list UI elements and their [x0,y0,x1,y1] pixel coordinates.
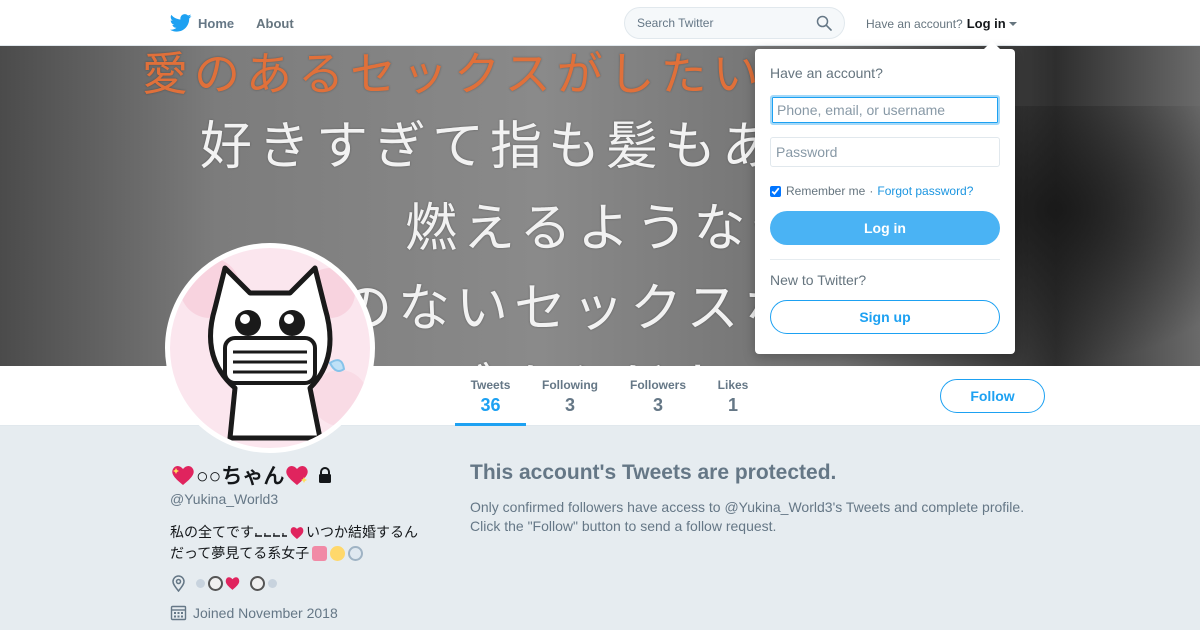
nav-about-link[interactable]: About [256,16,294,31]
bio-text: いつか結婚するん [306,524,418,540]
location-pin-icon [172,575,185,592]
stat-likes[interactable]: Likes 1 [712,366,754,426]
login-toggle[interactable]: Log in [967,16,1006,31]
stat-value: 3 [564,395,575,415]
bio-line: 私の全てです いつか結婚するん [170,522,430,543]
remember-me-checkbox[interactable] [770,185,781,197]
sparkling-heart-icon [172,466,194,485]
snowflake-icon [268,579,277,588]
profile-name: ○○ちゃん [170,460,334,490]
top-nav: Home About Search Twitter Have an accoun… [0,0,1200,46]
stat-value: 36 [480,395,501,415]
password-field[interactable] [770,137,1000,167]
dropdown-caret [983,41,1001,50]
profile-handle[interactable]: @Yukina_World3 [170,491,278,507]
stat-value: 3 [652,395,663,415]
new-to-twitter-label: New to Twitter? [770,272,867,288]
stat-value: 1 [727,395,738,415]
avatar-cat-illustration [180,258,368,441]
bio-line: だって夢見てる系女子 [170,543,430,564]
bio-text: だって夢見てる系女子 [170,545,310,561]
joined-text: Joined November 2018 [193,604,338,621]
nav-left: Home About [170,0,316,46]
remember-me-label[interactable]: Remember me [786,184,865,198]
stat-label: Likes [717,378,749,392]
search-input[interactable]: Search Twitter [624,7,845,39]
banner-text-line: 燃えるようなセ [405,199,810,259]
profile-joined-date: Joined November 2018 [170,604,338,621]
nav-home-label: Home [198,15,235,31]
ring-icon [348,546,364,561]
nav-home-link[interactable]: Home [170,14,234,32]
sparkling-heart-icon [286,466,309,485]
wedding-icon [312,546,328,561]
profile-location [170,575,277,592]
nav-about-label: About [256,15,294,31]
login-button[interactable]: Log in [770,211,1000,245]
remember-row: Remember me · Forgot password? [770,184,1000,198]
dropdown-heading: Have an account? [770,65,883,81]
snowflake-icon [196,579,205,588]
stat-following[interactable]: Following 3 [536,366,604,426]
signup-button[interactable]: Sign up [770,300,1000,334]
lock-icon [319,467,332,483]
profile-name-text: ○○ちゃん [196,465,285,488]
username-field[interactable] [770,95,1000,125]
calendar-icon [170,605,187,621]
stat-tweets[interactable]: Tweets 36 [455,366,526,426]
protected-title: This account's Tweets are protected. [470,461,837,484]
banner-text-line: 好きすぎて指も髪もあ [200,117,781,177]
red-heart-icon [290,526,304,539]
forgot-password-link[interactable]: Forgot password? [877,184,973,198]
dropdown-divider [770,259,1000,260]
separator: · [869,184,874,198]
stat-label: Following [542,378,598,392]
stat-followers[interactable]: Followers 3 [624,366,692,426]
search-placeholder: Search Twitter [637,16,714,30]
stat-label: Followers [629,378,686,392]
twitter-bird-icon [170,14,192,32]
stat-label: Tweets [470,378,511,392]
have-account-label: Have an account? [866,16,963,31]
banner-text-line: 愛のあるセックスがしたい [142,47,765,101]
snowman-icon [250,576,265,591]
avatar[interactable] [165,243,375,453]
login-prompt: Have an account? Log in [866,16,1017,31]
profile-bio: 私の全てです いつか結婚するん だって夢見てる系女子 [170,522,430,564]
search-icon[interactable] [816,15,832,31]
banner-text-line: ごめんだよ [440,346,730,366]
bio-text: 私の全てです [170,524,254,540]
angel-face-icon [330,546,346,561]
follow-button[interactable]: Follow [940,379,1045,413]
chevron-down-icon[interactable] [1008,21,1017,26]
wave-decoration-icon [255,532,287,537]
banner-text-line: のないセックスな [340,279,803,339]
snowman-icon [208,576,223,591]
protected-message: Only confirmed followers have access to … [470,499,1025,534]
login-dropdown: Have an account? Remember me · Forgot pa… [755,49,1015,354]
sparkling-heart-icon [225,577,240,590]
